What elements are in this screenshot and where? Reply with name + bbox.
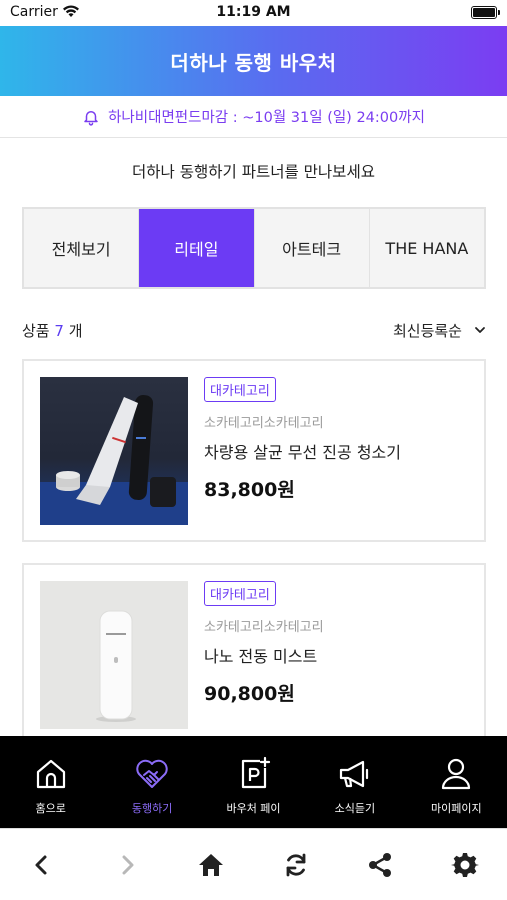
product-count-number: 7 [54, 321, 64, 340]
product-info: 대카테고리 소카테고리소카테고리 차량용 살균 무선 진공 청소기 83,800… [204, 377, 474, 502]
notice-text: 하나비대면펀드마감 : ~10월 31일 (일) 24:00까지 [108, 110, 425, 126]
notice-banner[interactable]: 하나비대면펀드마감 : ~10월 31일 (일) 24:00까지 [0, 96, 507, 138]
product-name: 나노 전동 미스트 [204, 647, 318, 666]
home-icon [36, 759, 65, 789]
product-card[interactable]: 대카테고리 소카테고리소카테고리 차량용 살균 무선 진공 청소기 83,800… [22, 359, 486, 542]
browser-toolbar [0, 828, 507, 900]
product-name: 차량용 살균 무선 진공 청소기 [204, 443, 401, 462]
tab-the-hana[interactable]: THE HANA [370, 209, 484, 287]
bottom-navigation: 홈으로 동행하기 바우처 페이 소식듣기 마이페이지 [0, 736, 507, 828]
category-tabs: 전체보기 리테일 아트테크 THE HANA [22, 207, 486, 289]
product-count: 상품 7 개 [22, 320, 83, 341]
list-toolbar: 상품 7 개 최신등록순 [22, 318, 486, 342]
tab-all[interactable]: 전체보기 [24, 209, 140, 287]
settings-icon [450, 852, 479, 877]
product-price: 90,800원 [204, 683, 295, 705]
category-badge: 대카테고리 [204, 377, 276, 402]
bell-icon [84, 110, 98, 126]
product-subcategory: 소카테고리소카테고리 [204, 620, 324, 635]
product-price: 83,800원 [204, 479, 295, 501]
share-button[interactable] [360, 845, 400, 885]
status-bar: Carrier 11:19 AM [0, 0, 507, 26]
status-time: 11:19 AM [216, 4, 291, 20]
back-icon [35, 855, 47, 874]
back-button[interactable] [22, 845, 62, 885]
nav-voucher-pay[interactable]: 바우처 페이 [203, 736, 304, 828]
section-subtitle: 더하나 동행하기 파트너를 만나보세요 [132, 163, 375, 181]
nav-label: 바우처 페이 [226, 802, 281, 815]
chevron-down-icon [475, 327, 485, 333]
app-header: 더하나 동행 바우처 [0, 26, 507, 96]
product-count-suffix: 개 [63, 321, 83, 340]
home-icon [199, 853, 224, 876]
refresh-button[interactable] [276, 845, 316, 885]
nav-home[interactable]: 홈으로 [0, 736, 101, 828]
heart-handshake-icon [136, 759, 168, 788]
nav-label: 마이페이지 [431, 802, 482, 815]
battery-icon [471, 6, 500, 19]
sort-selected-label: 최신등록순 [392, 321, 462, 340]
refresh-icon [286, 853, 306, 876]
voucher-pay-icon [241, 756, 270, 789]
nav-news[interactable]: 소식듣기 [304, 736, 405, 828]
nav-label: 홈으로 [35, 802, 66, 815]
tab-arttech[interactable]: 아트테크 [255, 209, 370, 287]
nav-together[interactable]: 동행하기 [101, 736, 202, 828]
nav-label: 소식듣기 [334, 802, 376, 815]
settings-button[interactable] [445, 845, 485, 885]
share-icon [369, 852, 392, 877]
megaphone-icon [339, 760, 369, 788]
product-count-prefix: 상품 [22, 321, 55, 340]
nav-label: 동행하기 [131, 802, 173, 815]
nav-mypage[interactable]: 마이페이지 [406, 736, 507, 828]
page-title: 더하나 동행 바우처 [170, 50, 337, 75]
product-card[interactable]: 대카테고리 소카테고리소카테고리 나노 전동 미스트 90,800원 [22, 563, 486, 753]
product-info: 대카테고리 소카테고리소카테고리 나노 전동 미스트 90,800원 [204, 581, 474, 706]
forward-button[interactable] [107, 845, 147, 885]
sort-dropdown[interactable]: 최신등록순 [393, 320, 486, 341]
user-icon [442, 758, 471, 790]
category-badge: 대카테고리 [204, 581, 276, 606]
tab-retail[interactable]: 리테일 [139, 209, 255, 287]
forward-icon [122, 855, 134, 874]
handheld-vacuum-image [40, 377, 188, 525]
product-subcategory: 소카테고리소카테고리 [204, 416, 324, 431]
browser-home-button[interactable] [191, 845, 231, 885]
mist-device-image [40, 581, 188, 729]
